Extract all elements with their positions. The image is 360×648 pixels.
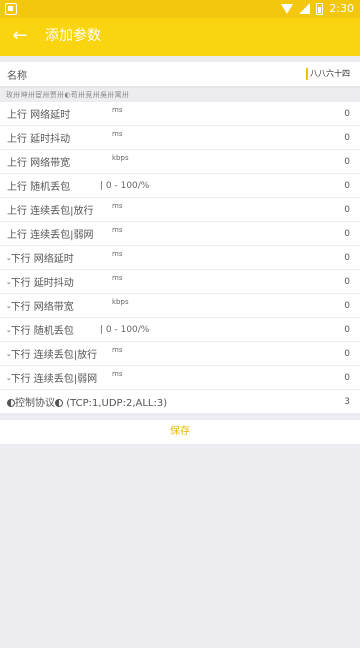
param-unit: ms <box>112 226 123 234</box>
param-value-input[interactable]: 0 <box>344 109 350 119</box>
protocol-value[interactable]: 3 <box>344 397 350 407</box>
param-label: -下行 网络延时 <box>7 254 74 265</box>
status-bar: 2:30 <box>0 0 360 18</box>
param-unit: kbps <box>112 298 129 306</box>
param-unit: ms <box>112 274 123 282</box>
param-value-input[interactable]: 0 <box>344 325 350 335</box>
param-unit: ms <box>112 130 123 138</box>
notification-icon <box>5 3 17 15</box>
param-label: -下行 网络带宽 <box>7 302 74 313</box>
status-time: 2:30 <box>329 2 354 15</box>
param-unit: ms <box>112 202 123 210</box>
name-field-row[interactable]: 名称 八八六十四 <box>0 62 360 88</box>
param-row[interactable]: -下行 网络延时 ms 0 <box>0 246 360 270</box>
param-label: 上行 网络延时 <box>7 110 71 121</box>
param-value-input[interactable]: 0 <box>344 253 350 263</box>
param-value-input[interactable]: 0 <box>344 301 350 311</box>
app-bar: ← 添加参数 <box>0 18 360 56</box>
yin-yang-icon <box>55 399 63 407</box>
save-button[interactable]: 保存 <box>0 420 360 444</box>
protocol-row[interactable]: 控制协议 (TCP:1,UDP:2,ALL:3) 3 <box>0 390 360 414</box>
protocol-label: 控制协议 (TCP:1,UDP:2,ALL:3) <box>7 394 167 409</box>
param-label: -下行 延时抖动 <box>7 278 74 289</box>
protocol-label-text: 控制协议 <box>15 398 55 409</box>
param-label: 上行 延时抖动 <box>7 134 71 145</box>
arrow-left-icon: ← <box>12 25 28 46</box>
param-list: 上行 网络延时 ms 0 上行 延时抖动 ms 0 上行 网络带宽 kbps 0 上行 随机丢包 |… <box>0 102 360 390</box>
param-label: -下行 连续丢包|放行 <box>7 350 98 361</box>
param-row[interactable]: -下行 随机丢包 | 0 - 100/% 0 <box>0 318 360 342</box>
param-value-input[interactable]: 0 <box>344 133 350 143</box>
back-button[interactable]: ← <box>10 26 30 46</box>
param-unit: ms <box>112 346 123 354</box>
param-row[interactable]: 上行 连续丢包|放行 ms 0 <box>0 198 360 222</box>
param-range: | 0 - 100/% <box>100 324 150 335</box>
param-value-input[interactable]: 0 <box>344 181 350 191</box>
param-row[interactable]: 上行 延时抖动 ms 0 <box>0 126 360 150</box>
param-row[interactable]: -下行 连续丢包|放行 ms 0 <box>0 342 360 366</box>
param-unit: kbps <box>112 154 129 162</box>
page-title: 添加参数 <box>45 28 101 44</box>
param-range: | 0 - 100/% <box>100 180 150 191</box>
param-unit: ms <box>112 370 123 378</box>
param-label: 上行 网络带宽 <box>7 158 71 169</box>
wifi-icon <box>281 3 294 15</box>
protocol-hint: (TCP:1,UDP:2,ALL:3) <box>66 398 168 409</box>
param-value-input[interactable]: 0 <box>344 349 350 359</box>
garbled-caption: 玫卅坤卅宦卅贾卅◐苟卅竞卅吳卅寓卅 <box>0 88 360 102</box>
param-label: 上行 连续丢包|弱网 <box>7 230 94 241</box>
param-unit: ms <box>112 106 123 114</box>
param-value-input[interactable]: 0 <box>344 373 350 383</box>
param-row[interactable]: 上行 网络延时 ms 0 <box>0 102 360 126</box>
name-label: 名称 <box>7 70 27 82</box>
param-label: 上行 随机丢包 <box>7 182 71 193</box>
param-value-input[interactable]: 0 <box>344 229 350 239</box>
param-row[interactable]: -下行 连续丢包|弱网 ms 0 <box>0 366 360 390</box>
param-row[interactable]: 上行 网络带宽 kbps 0 <box>0 150 360 174</box>
param-label: 上行 连续丢包|放行 <box>7 206 94 217</box>
param-unit: ms <box>112 250 123 258</box>
param-row[interactable]: -下行 网络带宽 kbps 0 <box>0 294 360 318</box>
param-label: -下行 连续丢包|弱网 <box>7 374 98 385</box>
param-row[interactable]: 上行 随机丢包 | 0 - 100/% 0 <box>0 174 360 198</box>
name-input[interactable]: 八八六十四 <box>306 68 350 80</box>
battery-icon <box>316 2 324 15</box>
signal-icon <box>299 3 311 14</box>
param-row[interactable]: 上行 连续丢包|弱网 ms 0 <box>0 222 360 246</box>
param-value-input[interactable]: 0 <box>344 205 350 215</box>
param-label: -下行 随机丢包 <box>7 326 74 337</box>
yin-yang-icon <box>7 399 15 407</box>
param-row[interactable]: -下行 延时抖动 ms 0 <box>0 270 360 294</box>
param-value-input[interactable]: 0 <box>344 277 350 287</box>
param-value-input[interactable]: 0 <box>344 157 350 167</box>
